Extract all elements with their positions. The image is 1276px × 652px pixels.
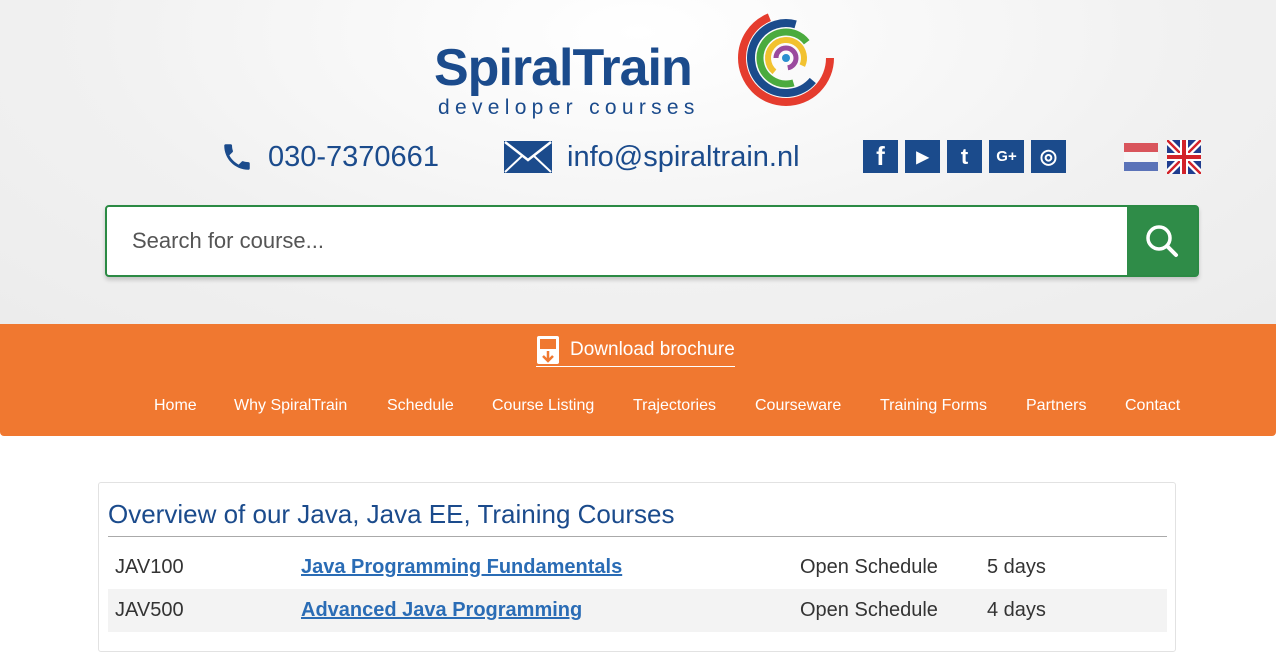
- divider: [108, 536, 1167, 537]
- site-header: SpiralTrain developer courses 030-737066…: [0, 0, 1276, 324]
- course-duration: 5 days: [987, 556, 1046, 578]
- nav-training-forms[interactable]: Training Forms: [880, 397, 987, 415]
- nav-why-spiraltrain[interactable]: Why SpiralTrain: [234, 397, 347, 415]
- course-link[interactable]: Advanced Java Programming: [301, 599, 582, 622]
- nav-home[interactable]: Home: [154, 397, 197, 415]
- language-switcher: [1124, 140, 1201, 174]
- download-icon: [537, 336, 559, 364]
- download-brochure-link[interactable]: Download brochure: [536, 334, 735, 367]
- search-input[interactable]: [107, 207, 1127, 275]
- phone-number: 030-7370661: [268, 140, 439, 173]
- phone-icon: [224, 144, 250, 170]
- course-link[interactable]: Java Programming Fundamentals: [301, 556, 622, 579]
- course-row: JAV500 Advanced Java Programming Open Sc…: [108, 589, 1167, 632]
- course-code: JAV500: [115, 599, 184, 621]
- main-nav: Home Why SpiralTrain Schedule Course Lis…: [0, 397, 1276, 417]
- logo[interactable]: SpiralTrain developer courses: [430, 0, 850, 125]
- email-contact[interactable]: info@spiraltrain.nl: [503, 137, 800, 177]
- nav-course-listing[interactable]: Course Listing: [492, 397, 594, 415]
- course-code: JAV100: [115, 556, 184, 578]
- search-bar: [105, 205, 1199, 277]
- courses-panel: Overview of our Java, Java EE, Training …: [98, 482, 1176, 652]
- spiral-icon: [738, 10, 834, 106]
- search-button[interactable]: [1127, 207, 1197, 275]
- social-links: f ▶ t G+ ◎: [863, 140, 1066, 173]
- nav-partners[interactable]: Partners: [1026, 397, 1086, 415]
- nav-bar: Download brochure Home Why SpiralTrain S…: [0, 324, 1276, 436]
- nav-contact[interactable]: Contact: [1125, 397, 1180, 415]
- nl-flag-icon[interactable]: [1124, 140, 1158, 174]
- page-title: Overview of our Java, Java EE, Training …: [108, 499, 675, 529]
- google-plus-icon[interactable]: G+: [989, 140, 1024, 173]
- phone-contact[interactable]: 030-7370661: [220, 137, 439, 177]
- email-address: info@spiraltrain.nl: [567, 140, 800, 173]
- facebook-icon[interactable]: f: [863, 140, 898, 173]
- logo-name: SpiralTrain: [434, 39, 693, 97]
- mail-icon: [504, 141, 552, 173]
- nav-trajectories[interactable]: Trajectories: [633, 397, 716, 415]
- twitter-icon[interactable]: t: [947, 140, 982, 173]
- course-schedule: Open Schedule: [800, 556, 938, 578]
- search-icon: [1146, 225, 1178, 257]
- uk-flag-icon[interactable]: [1167, 140, 1201, 174]
- brochure-label: Download brochure: [570, 339, 735, 360]
- course-row: JAV100 Java Programming Fundamentals Ope…: [108, 546, 1167, 589]
- logo-tagline: developer courses: [438, 96, 700, 119]
- course-schedule: Open Schedule: [800, 599, 938, 621]
- youtube-icon[interactable]: ▶: [905, 140, 940, 173]
- instagram-icon[interactable]: ◎: [1031, 140, 1066, 173]
- nav-schedule[interactable]: Schedule: [387, 397, 454, 415]
- nav-courseware[interactable]: Courseware: [755, 397, 841, 415]
- course-duration: 4 days: [987, 599, 1046, 621]
